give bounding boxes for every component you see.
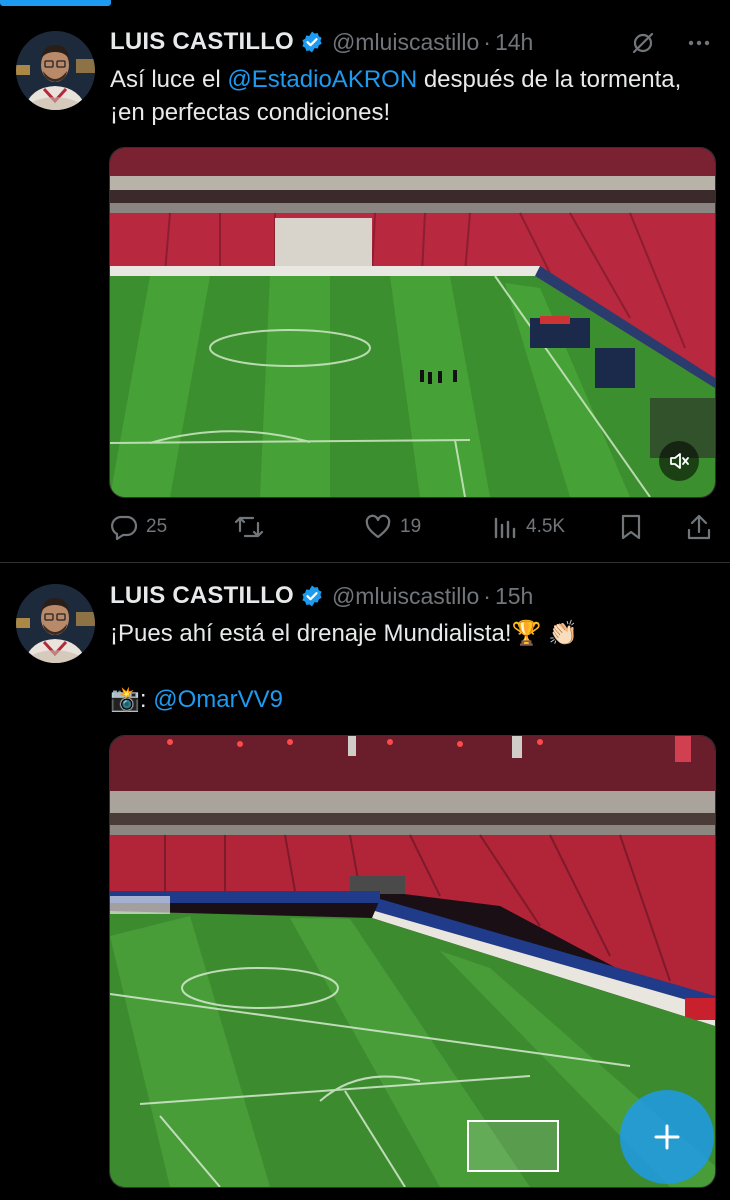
avatar[interactable] bbox=[16, 584, 95, 663]
mute-button[interactable] bbox=[659, 441, 699, 481]
grok-icon[interactable] bbox=[630, 30, 656, 56]
bookmark-button[interactable] bbox=[618, 513, 644, 541]
tweet-text-line: 📸: @OmarVV9 bbox=[110, 683, 710, 716]
reply-button[interactable]: 25 bbox=[110, 513, 167, 541]
author-name[interactable]: LUIS CASTILLO bbox=[110, 582, 294, 610]
view-count: 4.5K bbox=[526, 516, 566, 537]
retweet-icon bbox=[234, 516, 264, 538]
reply-count: 25 bbox=[146, 516, 168, 537]
like-icon bbox=[365, 514, 391, 539]
verified-badge-icon bbox=[302, 585, 322, 607]
tweet-text-part: ¡Pues ahí está el drenaje Mundialista! bbox=[110, 620, 512, 647]
trophy-emoji: 🏆 bbox=[511, 620, 542, 647]
separator: · bbox=[483, 582, 491, 609]
tweet-text-part: : bbox=[139, 686, 147, 713]
views-button[interactable]: 4.5K bbox=[492, 513, 565, 541]
author-handle[interactable]: @mluiscastillo bbox=[332, 29, 479, 56]
author-handle[interactable]: @mluiscastillo bbox=[332, 583, 479, 610]
avatar[interactable] bbox=[16, 31, 95, 110]
compose-icon bbox=[654, 1124, 680, 1150]
tweet-text: ¡Pues ahí está el drenaje Mundialista!🏆 … bbox=[110, 617, 710, 716]
mention-link[interactable]: @EstadioAKRON bbox=[227, 66, 417, 93]
more-icon[interactable] bbox=[686, 30, 712, 56]
tweet-header-actions bbox=[630, 28, 712, 58]
tweet[interactable]: LUIS CASTILLO @mluiscastillo · 14h Así l… bbox=[0, 0, 730, 563]
author-name[interactable]: LUIS CASTILLO bbox=[110, 28, 294, 56]
tweet-actions: 25 19 4.5K bbox=[110, 507, 714, 547]
timestamp[interactable]: 14h bbox=[495, 29, 533, 56]
verified-badge-icon bbox=[302, 31, 322, 53]
views-icon bbox=[494, 517, 516, 539]
mention-link[interactable]: @OmarVV9 bbox=[153, 686, 283, 713]
separator: · bbox=[483, 28, 491, 55]
share-button[interactable] bbox=[686, 513, 712, 541]
timestamp[interactable]: 15h bbox=[495, 583, 533, 610]
like-count: 19 bbox=[400, 516, 422, 537]
camera-emoji: 📸 bbox=[110, 686, 140, 713]
clap-emoji: 👏🏻 bbox=[548, 620, 579, 647]
bookmark-icon bbox=[621, 514, 641, 540]
tweet-text-line: ¡Pues ahí está el drenaje Mundialista!🏆 … bbox=[110, 617, 710, 650]
like-button[interactable]: 19 bbox=[364, 513, 421, 541]
tweet-header: LUIS CASTILLO @mluiscastillo · 14h bbox=[110, 27, 533, 57]
share-icon bbox=[687, 514, 711, 540]
reply-icon bbox=[111, 515, 138, 541]
tweet-header: LUIS CASTILLO @mluiscastillo · 15h bbox=[110, 581, 533, 611]
tweet-video[interactable] bbox=[109, 147, 716, 498]
tweet-text-part: Así luce el bbox=[110, 66, 228, 93]
retweet-button[interactable] bbox=[234, 513, 264, 541]
tweet[interactable]: LUIS CASTILLO @mluiscastillo · 15h ¡Pues… bbox=[0, 563, 730, 1200]
tweet-text: Así luce el @EstadioAKRON después de la … bbox=[110, 63, 710, 129]
mute-icon bbox=[670, 453, 689, 469]
compose-button[interactable] bbox=[620, 1090, 714, 1184]
